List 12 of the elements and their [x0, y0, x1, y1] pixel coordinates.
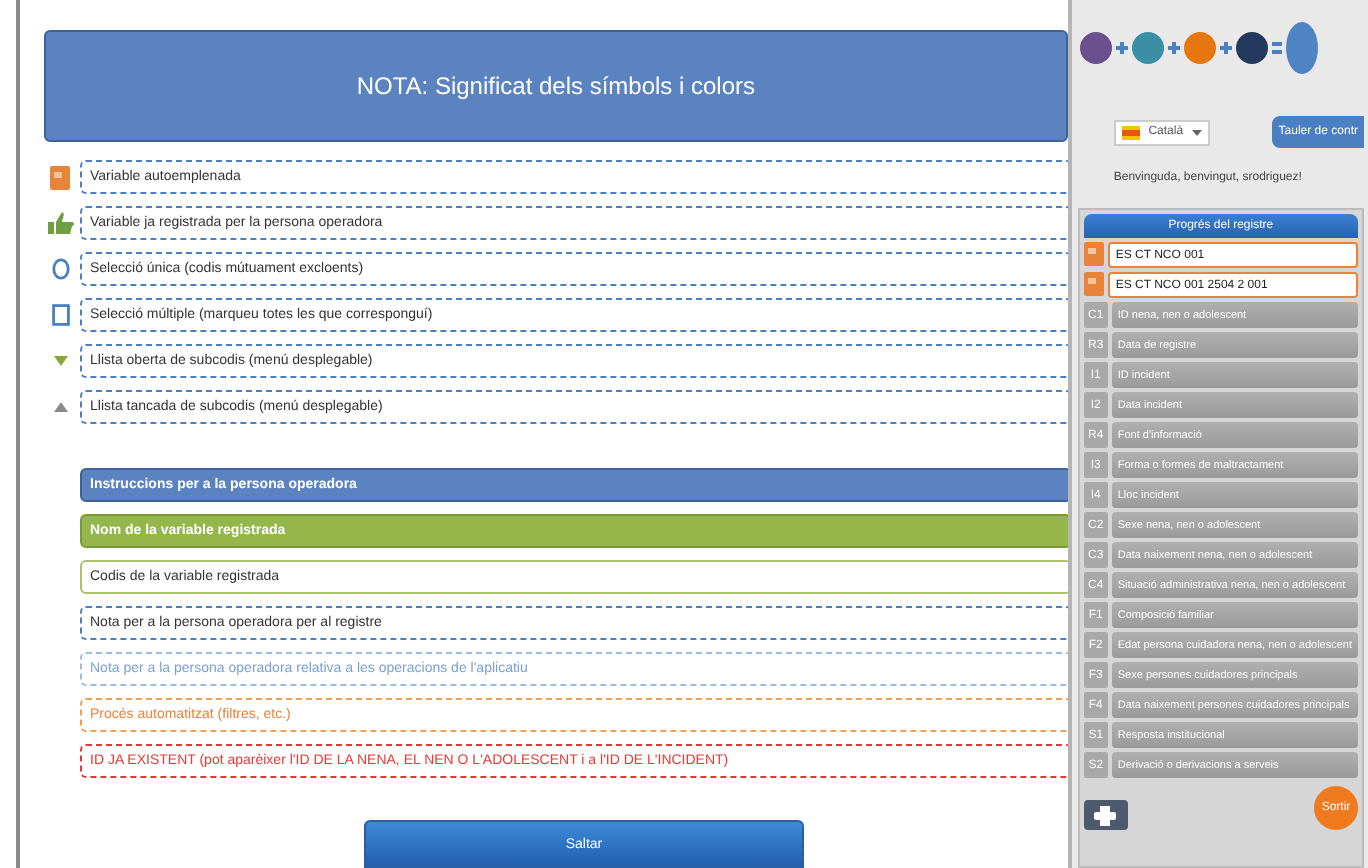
hand-icon	[47, 212, 73, 234]
print-button[interactable]	[1083, 800, 1128, 830]
autofill-icon	[1083, 242, 1104, 266]
page-title-bar: NOTA: Significat dels símbols i colors	[44, 30, 1068, 142]
caret-icon	[1191, 129, 1202, 135]
autofill-icon	[50, 165, 70, 189]
flag-icon	[1121, 125, 1140, 139]
triangle-up-icon	[53, 402, 67, 412]
checkbox-icon	[51, 304, 69, 326]
radio-icon	[51, 258, 69, 280]
triangle-down-icon	[53, 356, 67, 366]
autofill-icon	[1083, 272, 1104, 296]
